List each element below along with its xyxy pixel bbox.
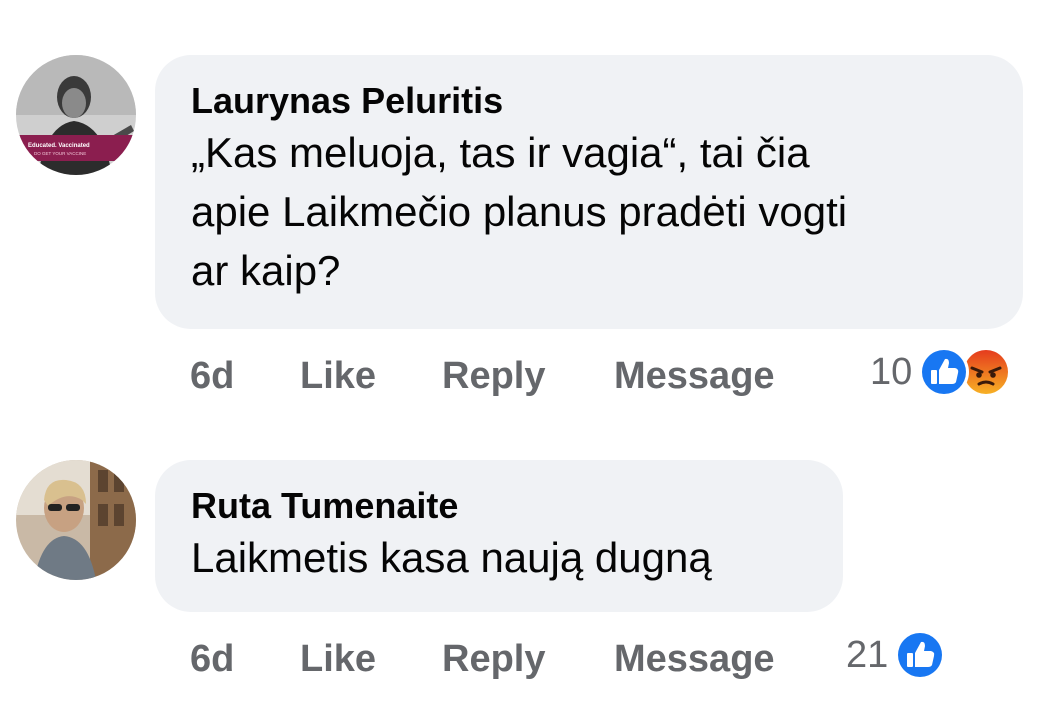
comment-actions: 6d Like Reply Message bbox=[190, 346, 775, 406]
like-button[interactable]: Like bbox=[300, 638, 442, 681]
avatar-badge-line2: DO GET YOUR VACCINE bbox=[34, 151, 86, 156]
like-icon bbox=[894, 629, 946, 681]
comment-author[interactable]: Laurynas Peluritis bbox=[191, 79, 987, 123]
avatar[interactable] bbox=[16, 460, 136, 580]
comment-timestamp[interactable]: 6d bbox=[190, 355, 300, 398]
like-button[interactable]: Like bbox=[300, 355, 442, 398]
comment-actions: 6d Like Reply Message bbox=[190, 629, 775, 689]
reply-button[interactable]: Reply bbox=[442, 638, 614, 681]
message-button[interactable]: Message bbox=[614, 355, 775, 398]
reaction-summary[interactable]: 10 bbox=[870, 342, 1012, 402]
comment-text: Laikmetis kasa naują dugną bbox=[191, 534, 712, 581]
reaction-count: 21 bbox=[846, 633, 889, 676]
reaction-count: 10 bbox=[870, 350, 913, 393]
comment-author[interactable]: Ruta Tumenaite bbox=[191, 484, 807, 528]
comment-timestamp[interactable]: 6d bbox=[190, 638, 300, 681]
message-button[interactable]: Message bbox=[614, 638, 775, 681]
comment-text: „Kas meluoja, tas ir vagia“, tai čia api… bbox=[191, 129, 848, 294]
reaction-summary[interactable]: 21 bbox=[846, 625, 946, 685]
comment-bubble: Ruta Tumenaite Laikmetis kasa naują dugn… bbox=[155, 460, 843, 612]
comment-bubble: Laurynas Peluritis „Kas meluoja, tas ir … bbox=[155, 55, 1023, 329]
reply-button[interactable]: Reply bbox=[442, 355, 614, 398]
avatar[interactable]: Educated. Vaccinated DO GET YOUR VACCINE bbox=[16, 55, 136, 175]
like-icon bbox=[918, 346, 970, 398]
avatar-badge-line1: Educated. Vaccinated bbox=[28, 143, 90, 149]
